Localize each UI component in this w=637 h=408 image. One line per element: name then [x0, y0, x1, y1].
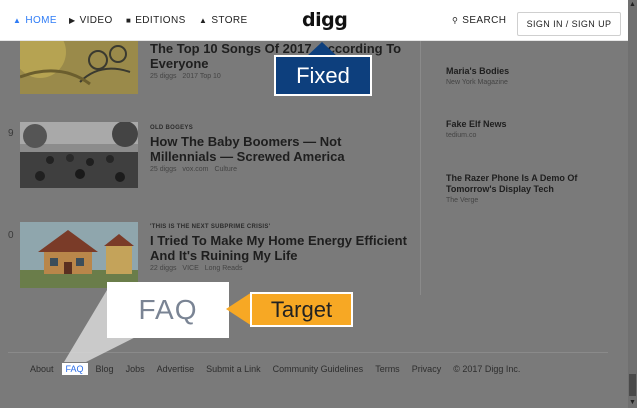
zoom-beam: [64, 290, 229, 362]
page: The Top 10 Songs Of 2017, According To E…: [0, 0, 637, 408]
zoom-callout: FAQ: [107, 282, 229, 338]
target-arrow-icon: [226, 292, 252, 326]
target-callout: Target: [250, 292, 353, 327]
